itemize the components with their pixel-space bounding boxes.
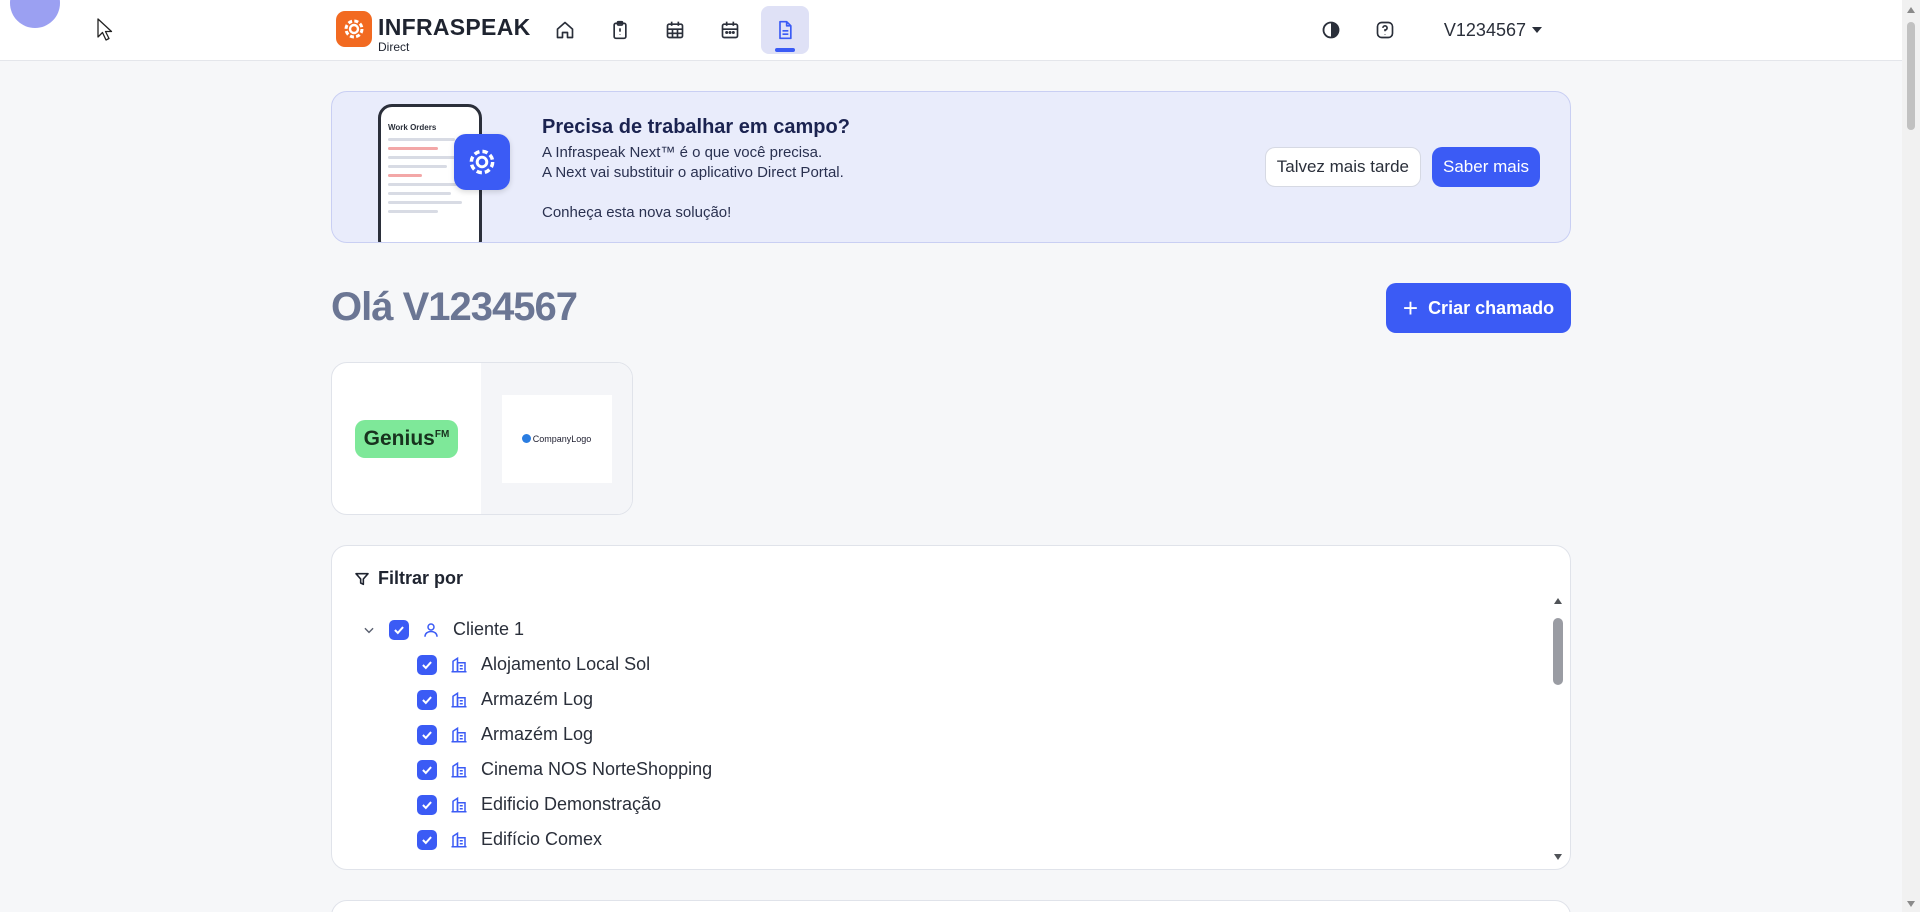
tree-row-building: Edifício Comex xyxy=(354,822,1546,857)
caret-down-icon xyxy=(1532,27,1542,33)
banner-line-1: A Infraspeak Next™ é o que você precisa. xyxy=(542,144,823,161)
infraspeak-next-app-icon xyxy=(454,134,510,190)
building-label[interactable]: Alojamento Local Sol xyxy=(481,654,650,675)
brand-logo[interactable]: INFRASPEAK Direct xyxy=(336,11,531,53)
gear-logo-icon xyxy=(336,11,372,47)
filter-icon xyxy=(355,572,369,585)
chevron-down-icon[interactable] xyxy=(354,623,384,637)
clipboard-alert-icon xyxy=(613,20,627,40)
company-logo-mark-icon xyxy=(521,434,531,443)
nav-planning[interactable] xyxy=(651,6,699,54)
banner-title: Precisa de trabalhar em campo? xyxy=(542,116,850,138)
contrast-icon xyxy=(1322,21,1340,39)
company-selector: GeniusFM CompanyLogo xyxy=(331,362,633,515)
building-icon xyxy=(449,725,469,745)
nav-documents[interactable] xyxy=(761,6,809,54)
tree-row-building: Alojamento Local Sol xyxy=(354,647,1546,682)
company-card-genius[interactable]: GeniusFM xyxy=(332,363,481,514)
building-checkbox[interactable] xyxy=(417,689,437,710)
location-tree: Cliente 1 Alojamento Local Sol Armazém Lo… xyxy=(354,612,1546,857)
client-label[interactable]: Cliente 1 xyxy=(453,619,524,640)
banner-line-3: Conheça esta nova solução! xyxy=(542,204,732,221)
scroll-down-arrow-icon[interactable] xyxy=(1907,901,1915,907)
tree-row-building: Armazém Log xyxy=(354,717,1546,752)
building-icon xyxy=(449,655,469,675)
filter-scrollbar[interactable] xyxy=(1552,598,1564,860)
filter-title: Filtrar por xyxy=(378,568,464,588)
top-bar: INFRASPEAK Direct V1234567 xyxy=(0,0,1902,61)
calendar-icon xyxy=(721,21,739,39)
calendar-grid-icon xyxy=(666,21,684,39)
building-checkbox[interactable] xyxy=(417,829,437,850)
next-promo-banner: Work Orders Precisa de trabalhar em camp… xyxy=(331,91,1571,243)
user-icon xyxy=(421,620,441,640)
building-icon xyxy=(449,760,469,780)
building-icon xyxy=(449,690,469,710)
filter-scroll-down-icon[interactable] xyxy=(1554,854,1562,860)
help-button[interactable] xyxy=(1370,15,1400,45)
building-icon xyxy=(449,795,469,815)
tree-row-building: Armazém Log xyxy=(354,682,1546,717)
help-icon xyxy=(1376,21,1394,39)
building-label[interactable]: Edifício Comex xyxy=(481,829,602,850)
banner-line-2: A Next vai substituir o aplicativo Direc… xyxy=(542,164,844,181)
plus-icon: + xyxy=(1402,293,1419,323)
next-section-card xyxy=(331,900,1571,912)
mouse-pointer-icon xyxy=(97,18,113,41)
building-checkbox[interactable] xyxy=(417,794,437,815)
tree-row-client: Cliente 1 xyxy=(354,612,1546,647)
page-scrollbar[interactable] xyxy=(1902,0,1920,912)
building-label[interactable]: Armazém Log xyxy=(481,724,593,745)
brand-subtitle: Direct xyxy=(378,40,410,54)
cursor-highlight xyxy=(10,0,60,28)
tree-row-building: Cinema NOS NorteShopping xyxy=(354,752,1546,787)
scrollbar-thumb[interactable] xyxy=(1907,22,1915,130)
filter-scrollbar-thumb[interactable] xyxy=(1553,618,1563,685)
create-request-label: Criar chamado xyxy=(1428,297,1555,318)
user-name: V1234567 xyxy=(1443,19,1526,40)
scroll-up-arrow-icon[interactable] xyxy=(1907,7,1915,13)
document-icon xyxy=(779,20,792,40)
theme-toggle[interactable] xyxy=(1316,15,1346,45)
building-icon xyxy=(449,830,469,850)
building-label[interactable]: Armazém Log xyxy=(481,689,593,710)
company-logo: CompanyLogo xyxy=(501,394,612,483)
genius-fm-logo: GeniusFM xyxy=(354,419,459,458)
tree-row-building: Edificio Demonstração xyxy=(354,787,1546,822)
nav-calendar[interactable] xyxy=(706,6,754,54)
nav-home[interactable] xyxy=(541,6,589,54)
header-actions: V1234567 xyxy=(1316,15,1542,45)
filter-panel: Filtrar por Cliente 1 Alojamento Local S… xyxy=(331,545,1571,870)
building-checkbox[interactable] xyxy=(417,654,437,675)
brand-name: INFRASPEAK xyxy=(378,14,531,40)
filter-header: Filtrar por xyxy=(354,568,463,589)
nav-work-orders[interactable] xyxy=(596,6,644,54)
building-checkbox[interactable] xyxy=(417,759,437,780)
phone-title: Work Orders xyxy=(388,123,437,132)
create-request-button[interactable]: + Criar chamado xyxy=(1386,283,1571,333)
company-card-companylogo[interactable]: CompanyLogo xyxy=(481,363,632,514)
building-label[interactable]: Edificio Demonstração xyxy=(481,794,661,815)
page-title: Olá V1234567 xyxy=(331,285,578,329)
maybe-later-button[interactable]: Talvez mais tarde xyxy=(1264,147,1422,187)
learn-more-button[interactable]: Saber mais xyxy=(1432,147,1540,187)
building-label[interactable]: Cinema NOS NorteShopping xyxy=(481,759,712,780)
building-checkbox[interactable] xyxy=(417,724,437,745)
user-menu[interactable]: V1234567 xyxy=(1444,20,1542,41)
filter-scroll-up-icon[interactable] xyxy=(1554,598,1562,604)
home-icon xyxy=(556,21,574,39)
main-nav xyxy=(541,6,809,54)
client-checkbox[interactable] xyxy=(389,619,409,640)
